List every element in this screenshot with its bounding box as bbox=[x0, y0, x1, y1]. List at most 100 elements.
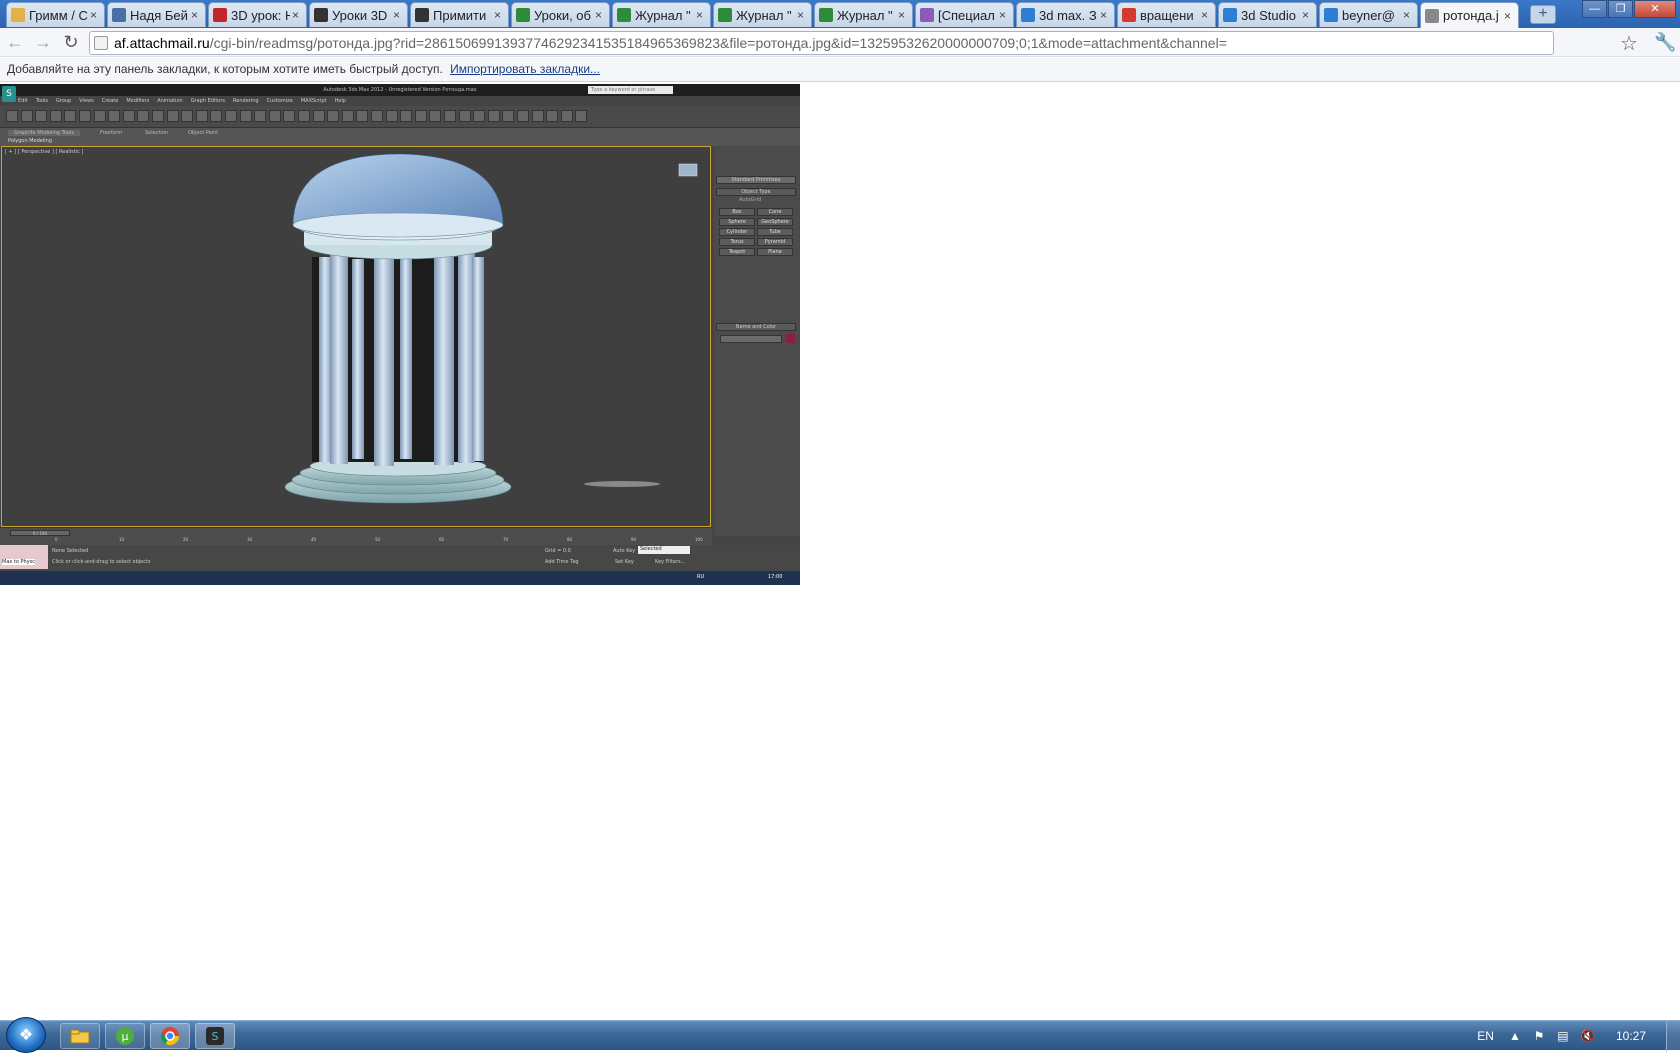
browser-tab[interactable]: Надя Бей × bbox=[107, 2, 206, 27]
max-toolbar-button bbox=[79, 110, 91, 122]
tab-close-icon[interactable]: × bbox=[999, 8, 1009, 22]
3dsmax-logo-icon: S bbox=[2, 86, 16, 102]
forward-button[interactable]: → bbox=[32, 32, 54, 54]
bookmark-star-icon[interactable]: ☆ bbox=[1620, 31, 1638, 56]
browser-tab[interactable]: 3d Studio × bbox=[1218, 2, 1317, 27]
vk-icon bbox=[112, 8, 126, 22]
timeline-tick-label: 90 bbox=[631, 537, 637, 542]
timeline-ticks: 0 10 20 30 40 50 60 70 80 90 100 bbox=[55, 537, 703, 545]
primitive-button: Torus bbox=[719, 238, 755, 246]
browser-tab[interactable]: [Специал × bbox=[915, 2, 1014, 27]
tab-title: Уроки, об bbox=[534, 7, 591, 23]
autogrid-checkbox: AutoGrid bbox=[739, 197, 762, 203]
primitive-button: Pyramid bbox=[757, 238, 793, 246]
tab-close-icon[interactable]: × bbox=[1302, 8, 1312, 22]
address-bar[interactable]: af.attachmail.ru/cgi-bin/readmsg/ротонда… bbox=[89, 31, 1554, 55]
max-toolbar-button bbox=[210, 110, 223, 122]
chrome-icon[interactable] bbox=[150, 1023, 190, 1049]
browser-tab[interactable]: Журнал " × bbox=[713, 2, 812, 27]
tab-close-icon[interactable]: × bbox=[1201, 8, 1211, 22]
timeline-tick-label: 10 bbox=[119, 537, 125, 542]
tab-close-icon[interactable]: × bbox=[191, 8, 201, 22]
explorer-icon[interactable] bbox=[60, 1023, 100, 1049]
close-button[interactable]: ✕ bbox=[1634, 0, 1676, 18]
ribbon-tab: Graphite Modeling Tools bbox=[8, 130, 81, 136]
language-indicator[interactable]: EN bbox=[1477, 1029, 1494, 1043]
max-toolbar-button bbox=[298, 110, 310, 122]
object-name-field bbox=[720, 335, 782, 343]
reload-button[interactable]: ↻ bbox=[60, 32, 82, 54]
max-menu-item: Help bbox=[334, 98, 346, 104]
tab-close-icon[interactable]: × bbox=[90, 8, 100, 22]
tab-title: beyner@ bbox=[1342, 7, 1395, 23]
tab-close-icon[interactable]: × bbox=[696, 8, 706, 22]
browser-tab[interactable]: ротонда.j × bbox=[1420, 2, 1519, 28]
wrench-icon[interactable]: 🔧 bbox=[1654, 32, 1676, 53]
tab-close-icon[interactable]: × bbox=[393, 8, 403, 22]
max-toolbar-button bbox=[152, 110, 164, 122]
show-desktop-button[interactable] bbox=[1666, 1021, 1680, 1051]
inner-clock: 17:00 bbox=[768, 574, 783, 580]
browser-tab[interactable]: 3d max. З × bbox=[1016, 2, 1115, 27]
browser-tab[interactable]: вращени × bbox=[1117, 2, 1216, 27]
max-toolbar-button bbox=[327, 110, 340, 122]
tab-close-icon[interactable]: × bbox=[898, 8, 908, 22]
tab-close-icon[interactable]: × bbox=[1504, 9, 1514, 23]
3d-icon bbox=[213, 8, 227, 22]
primitive-button: Tube bbox=[757, 228, 793, 236]
tab-close-icon[interactable]: × bbox=[797, 8, 807, 22]
max-toolbar-button bbox=[517, 110, 529, 122]
tab-title: Уроки 3D bbox=[332, 7, 388, 23]
browser-tab[interactable]: beyner@ × bbox=[1319, 2, 1418, 27]
new-tab-button[interactable]: + bbox=[1530, 5, 1556, 24]
max-toolbar-button bbox=[20, 110, 33, 122]
browser-tab[interactable]: Гримм / С × bbox=[6, 2, 105, 27]
max-menu-item: Edit bbox=[18, 98, 28, 104]
tab-close-icon[interactable]: × bbox=[1100, 8, 1110, 22]
perspective-viewport: [ + ] [ Perspective ] [ Realistic ] bbox=[1, 146, 711, 527]
browser-tab[interactable]: Примити × bbox=[410, 2, 509, 27]
action-center-icon[interactable]: ⚑ bbox=[1532, 1029, 1546, 1043]
browser-tab[interactable]: Журнал " × bbox=[814, 2, 913, 27]
primitive-button: Sphere bbox=[719, 218, 755, 226]
max-toolbar-button bbox=[385, 110, 398, 122]
network-icon[interactable]: ▤ bbox=[1556, 1029, 1570, 1043]
bookmarks-hint: Добавляйте на эту панель закладки, к кот… bbox=[7, 62, 443, 76]
url-path: /cgi-bin/readmsg/ротонда.jpg?rid=2861506… bbox=[209, 35, 1227, 51]
max-toolbar-button bbox=[225, 110, 237, 122]
max-menu-item: Create bbox=[101, 98, 119, 104]
yandex-icon bbox=[1122, 8, 1136, 22]
max-menu-item: Tools bbox=[35, 98, 49, 104]
back-button[interactable]: ← bbox=[4, 32, 26, 54]
max-menu-bar: Edit Tools Group Views Create Modifiers Animat… bbox=[18, 96, 346, 106]
start-button[interactable]: ❖ bbox=[6, 1017, 46, 1053]
clock[interactable]: 10:27 bbox=[1616, 1029, 1646, 1043]
maximize-button[interactable]: ❐ bbox=[1608, 0, 1633, 18]
max-toolbar-button bbox=[429, 110, 442, 122]
tray-expand-icon[interactable]: ▲ bbox=[1508, 1029, 1522, 1043]
minimize-button[interactable]: — bbox=[1582, 0, 1607, 18]
timeline-tick-label: 40 bbox=[311, 537, 317, 542]
browser-tab[interactable]: 3D урок: Н × bbox=[208, 2, 307, 27]
tab-close-icon[interactable]: × bbox=[292, 8, 302, 22]
primitive-button: Cone bbox=[757, 208, 793, 216]
browser-tab[interactable]: Уроки, об × bbox=[511, 2, 610, 27]
max-status-bar: Max to Physc None Selected Click or clic… bbox=[0, 545, 800, 571]
max-toolbar-button bbox=[35, 110, 48, 122]
browser-tab[interactable]: Уроки 3D × bbox=[309, 2, 408, 27]
tab-close-icon[interactable]: × bbox=[494, 8, 504, 22]
primitive-button: Teapot bbox=[719, 248, 755, 256]
tab-title: вращени bbox=[1140, 7, 1194, 23]
volume-muted-icon[interactable]: 🔇 bbox=[1580, 1029, 1595, 1043]
name-color-rollout: Name and Color bbox=[716, 323, 796, 331]
tab-close-icon[interactable]: × bbox=[1403, 8, 1413, 22]
max-toolbar-button bbox=[575, 110, 588, 122]
doc-icon bbox=[718, 8, 732, 22]
url-host: af.attachmail.ru bbox=[114, 35, 210, 51]
utorrent-icon[interactable]: µ bbox=[105, 1023, 145, 1049]
tab-title: Журнал " bbox=[736, 7, 792, 23]
import-bookmarks-link[interactable]: Импортировать закладки... bbox=[450, 62, 600, 76]
browser-tab[interactable]: Журнал " × bbox=[612, 2, 711, 27]
3dsmax-icon[interactable]: S bbox=[195, 1023, 235, 1049]
tab-close-icon[interactable]: × bbox=[595, 8, 605, 22]
